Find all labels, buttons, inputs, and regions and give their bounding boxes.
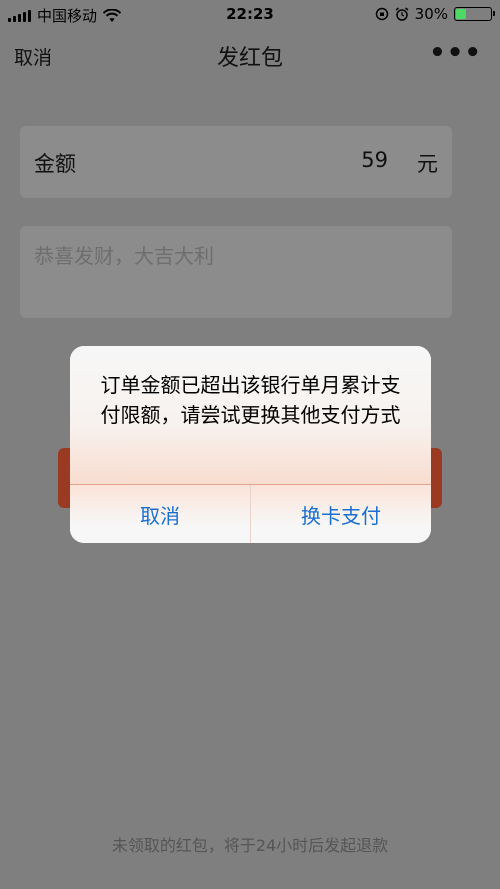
amount-label: 金额 — [34, 152, 76, 176]
more-dots-icon[interactable]: ••• — [429, 38, 482, 68]
greeting-placeholder: 恭喜发财，大吉大利 — [34, 244, 214, 268]
alarm-icon — [395, 7, 409, 21]
payment-limit-alert: 订单金额已超出该银行单月累计支付限额，请尝试更换其他支付方式 取消 换卡支付 — [70, 346, 431, 543]
battery-percent: 30% — [414, 5, 448, 23]
status-bar: 中国移动 22:23 30% — [0, 0, 500, 28]
amount-card[interactable]: 金额 59 元 — [20, 126, 452, 198]
alert-cancel-button[interactable]: 取消 — [70, 485, 250, 543]
orientation-lock-icon — [375, 7, 388, 21]
nav-bar: 取消 发红包 ••• — [0, 28, 500, 84]
amount-input[interactable]: 59 — [361, 148, 388, 172]
alert-body: 订单金额已超出该银行单月累计支付限额，请尝试更换其他支付方式 — [70, 346, 431, 484]
battery-fill — [456, 9, 466, 19]
amount-unit: 元 — [417, 152, 438, 176]
greeting-input[interactable]: 恭喜发财，大吉大利 — [20, 226, 452, 318]
change-card-pay-button[interactable]: 换卡支付 — [251, 485, 431, 543]
battery-icon — [454, 7, 495, 21]
alert-actions: 取消 换卡支付 — [70, 485, 431, 543]
alert-message: 订单金额已超出该银行单月累计支付限额，请尝试更换其他支付方式 — [100, 373, 401, 427]
page-title: 发红包 — [216, 46, 283, 71]
refund-note: 未领取的红包，将于24小时后发起退款 — [111, 836, 389, 855]
status-right: 30% — [375, 5, 495, 23]
